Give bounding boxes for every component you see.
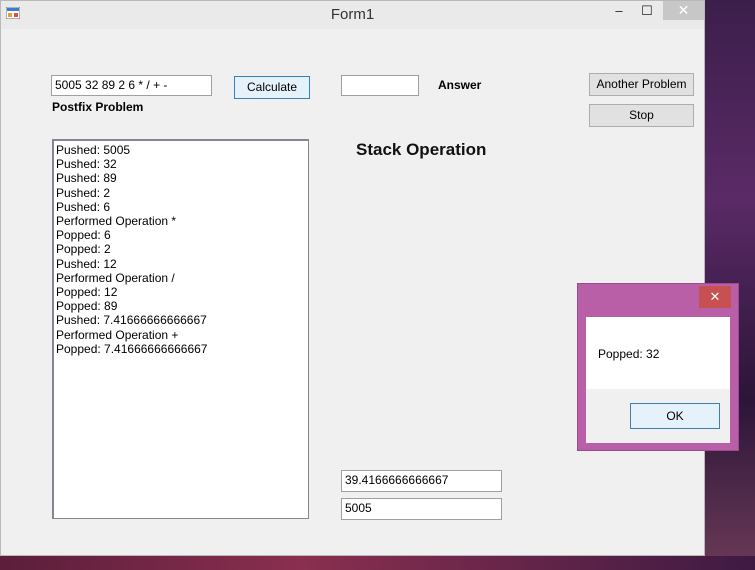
message-dialog: ✕ Popped: 32 OK	[577, 283, 739, 451]
list-item[interactable]: Pushed: 2	[56, 186, 306, 200]
main-window: Form1 ‒ ☐ ✕ 5005 32 89 2 6 * / + - Postf…	[0, 0, 705, 556]
list-item[interactable]: Popped: 7.41666666666667	[56, 342, 306, 356]
dialog-message: Popped: 32	[598, 347, 660, 361]
list-item[interactable]: Pushed: 5005	[56, 143, 306, 157]
ok-button[interactable]: OK	[630, 403, 720, 429]
list-item[interactable]: Performed Operation +	[56, 328, 306, 342]
dialog-footer: OK	[586, 389, 730, 443]
postfix-label: Postfix Problem	[52, 100, 144, 114]
calculate-button[interactable]: Calculate	[234, 76, 310, 99]
dialog-close-button[interactable]: ✕	[699, 286, 731, 308]
maximize-button[interactable]: ☐	[633, 1, 661, 20]
postfix-input[interactable]: 5005 32 89 2 6 * / + -	[51, 75, 212, 96]
window-title: Form1	[330, 6, 375, 23]
stack-log-list[interactable]: Pushed: 5005 Pushed: 32 Pushed: 89 Pushe…	[52, 139, 309, 519]
list-item[interactable]: Popped: 12	[56, 285, 306, 299]
list-item[interactable]: Popped: 89	[56, 299, 306, 313]
result-field-2[interactable]: 5005	[341, 498, 502, 520]
answer-label: Answer	[438, 78, 482, 92]
close-button[interactable]: ✕	[663, 1, 704, 20]
taskbar-strip	[0, 556, 755, 570]
result-field-1[interactable]: 39.4166666666667	[341, 470, 502, 492]
list-item[interactable]: Pushed: 89	[56, 171, 306, 185]
list-item[interactable]: Popped: 2	[56, 242, 306, 256]
dialog-body: Popped: 32	[586, 317, 730, 389]
list-item[interactable]: Pushed: 32	[56, 157, 306, 171]
list-item[interactable]: Pushed: 6	[56, 200, 306, 214]
list-item[interactable]: Performed Operation *	[56, 214, 306, 228]
minimize-button[interactable]: ‒	[605, 1, 633, 20]
list-item[interactable]: Performed Operation /	[56, 271, 306, 285]
stop-button[interactable]: Stop	[589, 104, 694, 127]
answer-field[interactable]	[341, 75, 419, 96]
list-item[interactable]: Pushed: 12	[56, 257, 306, 271]
another-problem-button[interactable]: Another Problem	[589, 73, 694, 96]
list-item[interactable]: Pushed: 7.41666666666667	[56, 313, 306, 327]
list-item[interactable]: Popped: 6	[56, 228, 306, 242]
title-bar[interactable]: Form1 ‒ ☐ ✕	[1, 1, 704, 29]
stack-operation-heading: Stack Operation	[356, 140, 487, 159]
